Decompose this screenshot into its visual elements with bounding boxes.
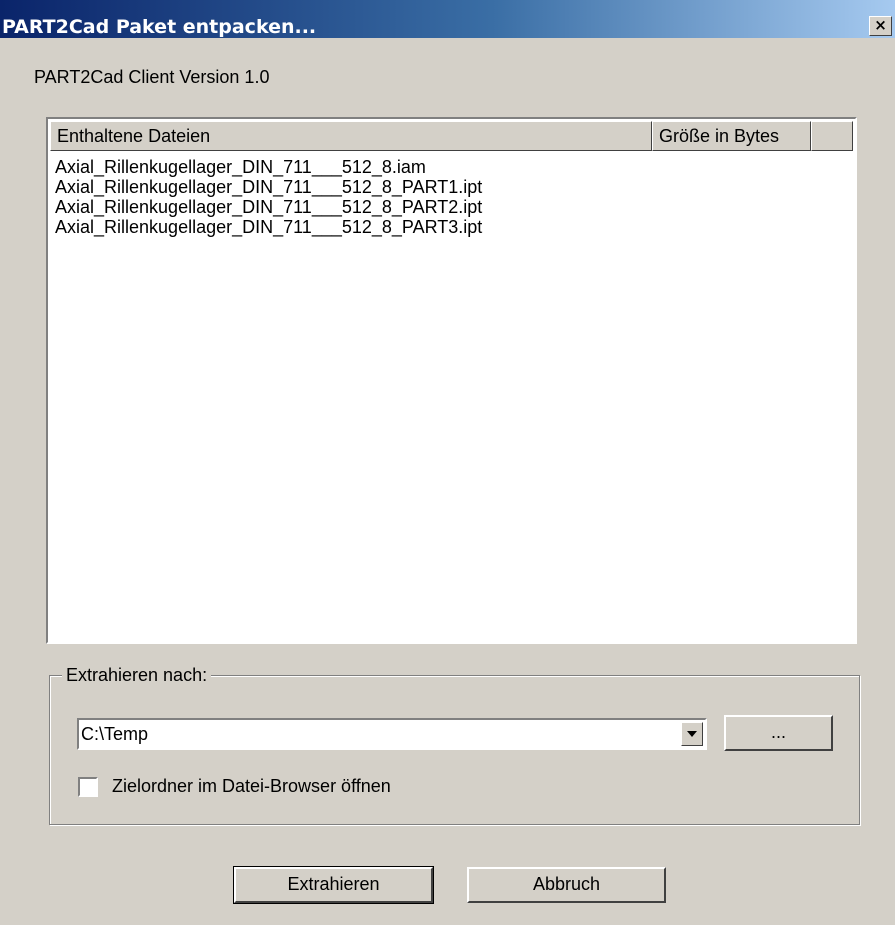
list-item[interactable]: Axial_Rillenkugellager_DIN_711___512_8_P… <box>55 177 482 197</box>
file-list[interactable]: Enthaltene Dateien Größe in Bytes Axial_… <box>46 117 857 644</box>
dropdown-button[interactable] <box>681 722 703 746</box>
cancel-button[interactable]: Abbruch <box>467 867 666 903</box>
window-title: PART2Cad Paket entpacken... <box>2 16 317 38</box>
list-item[interactable]: Axial_Rillenkugellager_DIN_711___512_8_P… <box>55 217 482 237</box>
chevron-down-icon <box>687 731 697 737</box>
open-in-browser-label[interactable]: Zielordner im Datei-Browser öffnen <box>112 776 391 797</box>
list-rows: Axial_Rillenkugellager_DIN_711___512_8.i… <box>55 157 482 237</box>
list-item[interactable]: Axial_Rillenkugellager_DIN_711___512_8.i… <box>55 157 482 177</box>
list-item[interactable]: Axial_Rillenkugellager_DIN_711___512_8_P… <box>55 197 482 217</box>
close-icon: × <box>874 16 887 34</box>
target-path-input[interactable] <box>81 723 671 745</box>
column-header-size[interactable]: Größe in Bytes <box>652 121 811 151</box>
target-path-combobox[interactable] <box>77 718 707 750</box>
close-button[interactable]: × <box>869 16 892 36</box>
version-label: PART2Cad Client Version 1.0 <box>34 67 270 87</box>
extract-button[interactable]: Extrahieren <box>233 866 434 904</box>
browse-button[interactable]: ... <box>724 715 833 751</box>
open-in-browser-checkbox[interactable] <box>78 777 98 797</box>
title-bar[interactable]: PART2Cad Paket entpacken... × <box>0 0 895 38</box>
group-legend: Extrahieren nach: <box>62 663 212 687</box>
list-header: Enthaltene Dateien Größe in Bytes <box>50 121 853 151</box>
column-header-filler <box>811 121 853 151</box>
column-header-files[interactable]: Enthaltene Dateien <box>50 121 652 151</box>
dialog-window: PART2Cad Paket entpacken... × PART2Cad C… <box>0 0 895 925</box>
